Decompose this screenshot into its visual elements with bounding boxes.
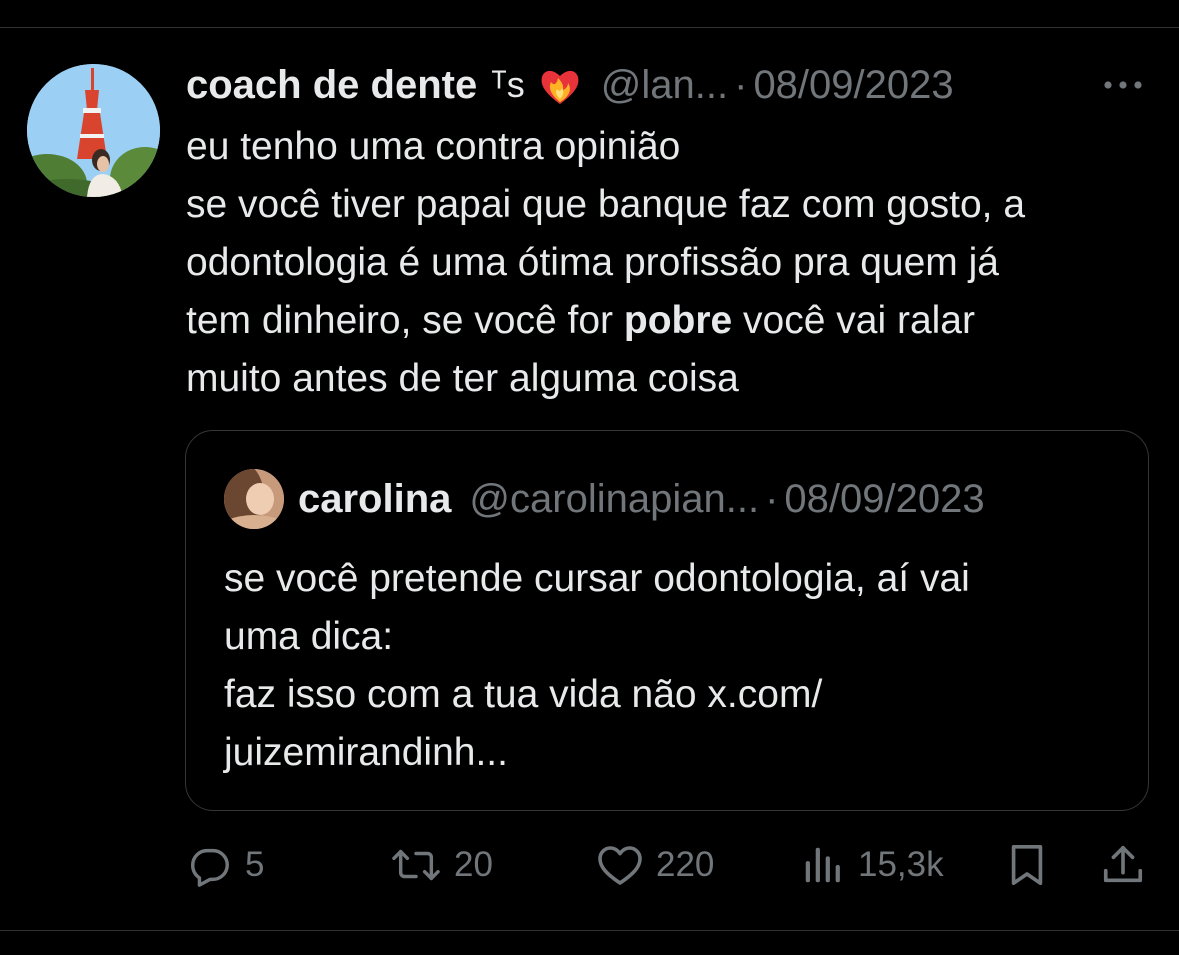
- bookmark-button[interactable]: [1005, 835, 1049, 895]
- header-separator: ·: [734, 62, 748, 107]
- quoted-tweet-date[interactable]: 08/09/2023: [784, 477, 984, 522]
- share-button[interactable]: [1100, 835, 1146, 895]
- views-icon: [800, 842, 846, 888]
- share-icon: [1100, 842, 1146, 888]
- heart-on-fire-icon: [537, 62, 583, 108]
- avatar-photo: [27, 64, 160, 197]
- heart-icon: [596, 842, 644, 888]
- tweet-text-line: muito antes de ter alguma coisa: [186, 357, 739, 400]
- tweet-header: coach de dente ᵀs @lan... · 08/09/2023: [186, 58, 1086, 112]
- tweet-date[interactable]: 08/09/2023: [753, 63, 953, 108]
- tweet-text-fragment: você vai ralar: [732, 299, 975, 342]
- quoted-author-display-name[interactable]: carolina: [298, 477, 451, 522]
- tweet-text-bold: pobre: [623, 299, 733, 342]
- author-name-suffix: ᵀs: [491, 64, 525, 105]
- author-avatar[interactable]: [27, 64, 160, 197]
- reply-button[interactable]: 5: [187, 835, 264, 895]
- quoted-header-separator: ·: [765, 476, 779, 521]
- more-options-icon[interactable]: [1098, 70, 1148, 100]
- author-display-name[interactable]: coach de dente: [186, 63, 477, 108]
- tweet-text-fragment: tem dinheiro, se você for: [186, 299, 624, 342]
- bookmark-icon: [1005, 842, 1049, 888]
- quoted-tweet-text: se você pretende cursar odontologia, aí …: [224, 550, 1124, 782]
- tweet-text-line: se você tiver papai que banque faz com g…: [186, 183, 1026, 226]
- quoted-avatar-photo: [224, 469, 284, 529]
- quoted-text-line: juizemirandinh...: [224, 731, 508, 774]
- like-count: 220: [656, 845, 715, 884]
- tweet-text: eu tenho uma contra opinião se você tive…: [186, 118, 1161, 408]
- quoted-tweet-header: carolina @carolinapian... · 08/09/2023: [298, 471, 985, 527]
- quoted-author-avatar[interactable]: [224, 469, 284, 529]
- quoted-text-line: uma dica:: [224, 615, 394, 658]
- views-count: 15,3k: [858, 845, 944, 884]
- tweet-action-bar: 5 20 220 15,3k: [0, 835, 1179, 895]
- repost-button[interactable]: 20: [390, 835, 493, 895]
- tweet-text-line: eu tenho uma contra opinião: [186, 125, 681, 168]
- views-button[interactable]: 15,3k: [800, 835, 944, 895]
- tweet-text-line: odontologia é uma ótima profissão pra qu…: [186, 241, 999, 284]
- quoted-author-handle[interactable]: @carolinapian...: [469, 477, 759, 522]
- author-handle[interactable]: @lan...: [601, 63, 728, 108]
- quoted-tweet-card[interactable]: carolina @carolinapian... · 08/09/2023 s…: [185, 430, 1149, 811]
- quoted-text-line: se você pretende cursar odontologia, aí …: [224, 557, 970, 600]
- tweet-text-line: tem dinheiro, se você for pobre você vai…: [186, 292, 1161, 350]
- repost-icon: [390, 842, 442, 888]
- repost-count: 20: [454, 845, 493, 884]
- bottom-divider: [0, 930, 1179, 931]
- quoted-text-line: faz isso com a tua vida não x.com/: [224, 673, 823, 716]
- like-button[interactable]: 220: [596, 835, 714, 895]
- top-divider: [0, 27, 1179, 28]
- reply-icon: [187, 842, 233, 888]
- reply-count: 5: [245, 845, 265, 884]
